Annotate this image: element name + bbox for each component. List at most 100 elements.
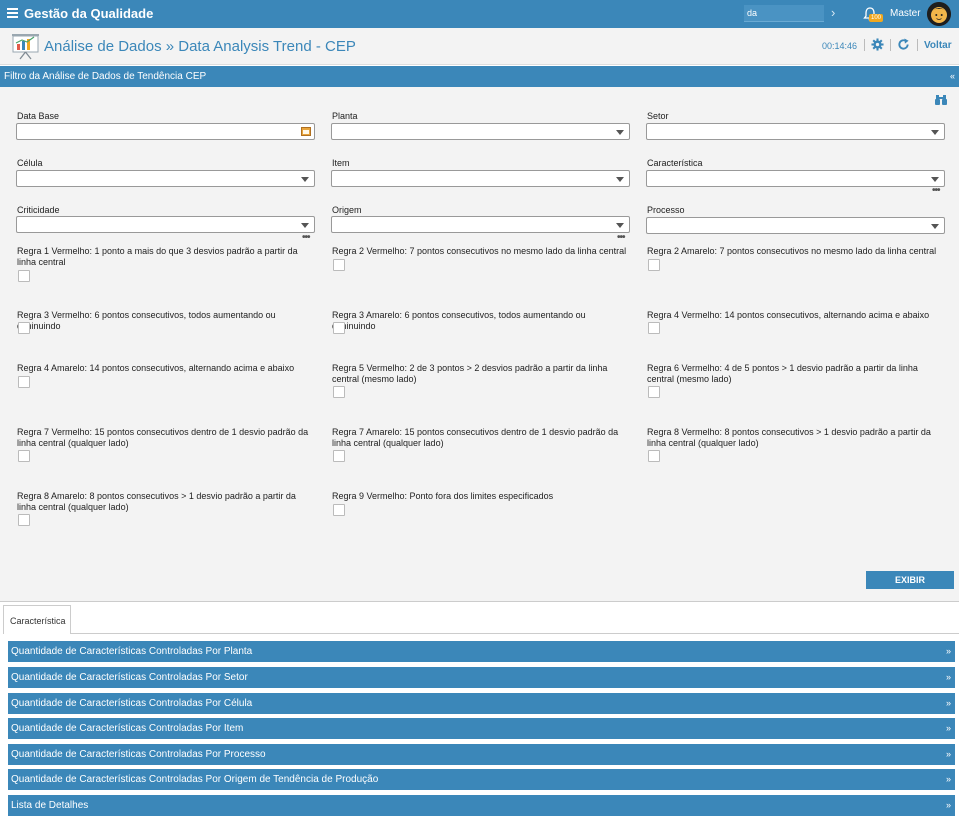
chevron-down-icon	[931, 177, 939, 182]
divider	[864, 39, 865, 51]
chevron-down-icon	[931, 224, 939, 229]
rule-label: Regra 9 Vermelho: Ponto fora dos limites…	[332, 491, 554, 501]
rule-6-red-checkbox[interactable]	[648, 386, 660, 398]
accordion-title: Lista de Detalhes	[11, 800, 89, 811]
accordion-title: Quantidade de Características Controlada…	[11, 672, 248, 683]
filter-panel-body	[0, 87, 959, 602]
data-base-label: Data Base	[17, 111, 60, 121]
criticidade-label: Criticidade	[17, 205, 60, 215]
divider	[890, 39, 891, 51]
refresh-icon[interactable]	[897, 38, 910, 51]
rule-7-yellow-checkbox[interactable]	[333, 450, 345, 462]
divider	[917, 39, 918, 51]
rule-label: Regra 7 Amarelo: 15 pontos consecutivos …	[332, 427, 619, 448]
chevron-right-icon: »	[945, 774, 951, 784]
rule-label: Regra 4 Vermelho: 14 pontos consecutivos…	[647, 310, 930, 320]
rule-label: Regra 5 Vermelho: 2 de 3 pontos > 2 desv…	[332, 363, 608, 384]
rule-label: Regra 2 Vermelho: 7 pontos consecutivos …	[332, 246, 627, 256]
rule-8-yellow-checkbox[interactable]	[18, 514, 30, 526]
setor-label: Setor	[647, 111, 669, 121]
chevron-down-icon	[616, 130, 624, 135]
chevron-right-icon[interactable]: ›	[831, 5, 835, 20]
origem-select[interactable]	[331, 216, 630, 233]
chevron-down-icon	[301, 223, 309, 228]
caracteristica-label: Característica	[647, 158, 703, 168]
accordion-title: Quantidade de Características Controlada…	[11, 723, 244, 734]
calendar-icon[interactable]	[301, 127, 311, 136]
session-clock: 00:14:46	[822, 41, 858, 51]
rule-3-red-checkbox[interactable]	[18, 322, 30, 334]
rule-5-red-checkbox[interactable]	[333, 386, 345, 398]
planta-select[interactable]	[331, 123, 630, 140]
accordion-title: Quantidade de Características Controlada…	[11, 646, 253, 657]
chevron-right-icon: »	[945, 749, 951, 759]
accordion-processo[interactable]: Quantidade de Características Controlada…	[8, 744, 955, 765]
accordion-title: Quantidade de Características Controlada…	[11, 698, 253, 709]
search-input[interactable]	[744, 5, 824, 22]
chevron-down-icon	[931, 130, 939, 135]
chevron-right-icon: »	[945, 646, 951, 656]
exibir-button[interactable]: EXIBIR	[866, 571, 954, 589]
notification-badge: 100	[869, 14, 884, 22]
chevron-right-icon: »	[945, 723, 951, 733]
chevron-down-icon	[301, 177, 309, 182]
setor-select[interactable]	[646, 123, 945, 140]
chevron-down-icon	[616, 223, 624, 228]
accordion-origem[interactable]: Quantidade de Características Controlada…	[8, 769, 955, 790]
divider	[71, 633, 959, 634]
more-options-icon[interactable]: •••	[617, 232, 625, 243]
rule-label: Regra 8 Vermelho: 8 pontos consecutivos …	[647, 427, 931, 448]
gear-icon[interactable]	[871, 38, 884, 51]
top-navbar: Gestão da Qualidade › 100 Master	[0, 0, 959, 28]
item-select[interactable]	[331, 170, 630, 187]
processo-label: Processo	[647, 205, 685, 215]
origem-label: Origem	[332, 205, 362, 215]
filter-panel-title: Filtro da Análise de Dados de Tendência …	[4, 71, 207, 82]
chevron-right-icon: »	[945, 800, 951, 810]
celula-label: Célula	[17, 158, 43, 168]
item-label: Item	[332, 158, 350, 168]
page-title: Análise de Dados » Data Analysis Trend -…	[44, 38, 356, 55]
app-title[interactable]: Gestão da Qualidade	[24, 6, 153, 21]
accordion-item[interactable]: Quantidade de Características Controlada…	[8, 718, 955, 739]
rule-label: Regra 2 Amarelo: 7 pontos consecutivos n…	[647, 246, 937, 256]
rule-4-red-checkbox[interactable]	[648, 322, 660, 334]
rule-label: Regra 3 Amarelo: 6 pontos consecutivos, …	[332, 310, 586, 331]
rule-label: Regra 8 Amarelo: 8 pontos consecutivos >…	[17, 491, 296, 512]
tab-caracteristica[interactable]: Característica	[3, 605, 71, 634]
hamburger-menu-icon[interactable]	[7, 8, 18, 18]
rule-4-yellow-checkbox[interactable]	[18, 376, 30, 388]
criticidade-select[interactable]	[16, 216, 315, 233]
caracteristica-select[interactable]	[646, 170, 945, 187]
chevron-down-icon	[616, 177, 624, 182]
accordion-title: Quantidade de Características Controlada…	[11, 774, 379, 785]
collapse-icon[interactable]: «	[950, 71, 955, 81]
planta-label: Planta	[332, 111, 358, 121]
more-options-icon[interactable]: •••	[932, 185, 940, 196]
accordion-planta[interactable]: Quantidade de Características Controlada…	[8, 641, 955, 662]
filter-panel-header[interactable]: Filtro da Análise de Dados de Tendência …	[0, 66, 959, 87]
rule-2-red-checkbox[interactable]	[333, 259, 345, 271]
accordion-celula[interactable]: Quantidade de Características Controlada…	[8, 693, 955, 714]
rule-9-red-checkbox[interactable]	[333, 504, 345, 516]
rule-3-yellow-checkbox[interactable]	[333, 322, 345, 334]
binoculars-icon[interactable]	[935, 94, 947, 105]
rule-label: Regra 1 Vermelho: 1 ponto a mais do que …	[17, 246, 298, 267]
user-name[interactable]: Master	[890, 8, 921, 19]
chevron-right-icon: »	[945, 672, 951, 682]
rule-label: Regra 3 Vermelho: 6 pontos consecutivos,…	[17, 310, 276, 331]
accordion-setor[interactable]: Quantidade de Características Controlada…	[8, 667, 955, 688]
processo-select[interactable]	[646, 217, 945, 234]
back-link[interactable]: Voltar	[924, 40, 952, 51]
more-options-icon[interactable]: •••	[302, 232, 310, 243]
accordion-lista-detalhes[interactable]: Lista de Detalhes »	[8, 795, 955, 816]
rule-2-yellow-checkbox[interactable]	[648, 259, 660, 271]
celula-select[interactable]	[16, 170, 315, 187]
rule-7-red-checkbox[interactable]	[18, 450, 30, 462]
chevron-right-icon: »	[945, 698, 951, 708]
accordion-title: Quantidade de Características Controlada…	[11, 749, 266, 760]
data-base-input[interactable]	[16, 123, 315, 140]
rule-1-red-checkbox[interactable]	[18, 270, 30, 282]
avatar[interactable]	[927, 2, 951, 26]
rule-8-red-checkbox[interactable]	[648, 450, 660, 462]
